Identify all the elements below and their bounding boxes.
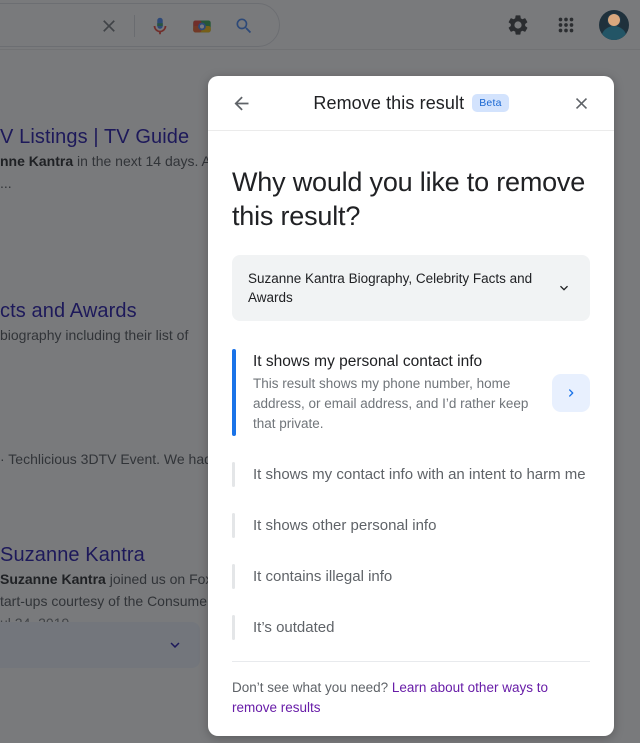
option-texts: It shows other personal info [253,515,590,536]
divider [232,661,590,662]
option-label: It contains illegal info [253,568,393,585]
footer-prefix: Don’t see what you need? [232,680,392,695]
chevron-right-icon [568,388,574,397]
option-accent-bar [232,349,236,436]
result-selector-dropdown[interactable]: Suzanne Kantra Biography, Celebrity Fact… [232,255,590,321]
reason-options-list: It shows my personal contact info This r… [232,349,590,640]
status-badge: Beta [472,94,509,112]
close-icon[interactable] [562,84,600,122]
dialog-footer: Don’t see what you need? Learn about oth… [208,661,614,736]
option-next-button[interactable] [552,373,590,412]
option-texts: It shows my personal contact info This r… [253,351,542,434]
dialog-title-group: Remove this result Beta [208,93,614,114]
reason-option-illegal-info[interactable]: It contains illegal info [232,564,590,589]
page-title: Remove this result [313,92,465,113]
dialog-header: Remove this result Beta [208,76,614,131]
dialog-body: Why would you like to remove this result… [208,131,614,661]
option-label: It shows my personal contact info [253,353,483,370]
reason-option-outdated[interactable]: It’s outdated [232,615,590,640]
option-accent-bar [232,462,235,487]
option-texts: It contains illegal info [253,566,590,587]
option-accent-bar [232,615,235,640]
reason-option-other-personal-info[interactable]: It shows other personal info [232,513,590,538]
chevron-down-icon [554,280,574,296]
option-label: It’s outdated [253,619,335,636]
option-accent-bar [232,513,235,538]
option-accent-bar [232,564,235,589]
option-texts: It shows my contact info with an intent … [253,464,590,485]
reason-option-personal-contact-info[interactable]: It shows my personal contact info This r… [232,349,590,436]
dialog-heading: Why would you like to remove this result… [232,167,586,231]
option-label: It shows my contact info with an intent … [253,466,586,483]
selected-result-text: Suzanne Kantra Biography, Celebrity Fact… [248,271,533,305]
reason-option-intent-to-harm[interactable]: It shows my contact info with an intent … [232,462,590,487]
remove-result-dialog: Remove this result Beta Why would you li… [208,76,614,736]
option-label: It shows other personal info [253,517,437,534]
footer-help-text: Don’t see what you need? Learn about oth… [232,678,590,718]
option-description: This result shows my phone number, home … [253,376,529,431]
screen: V Listings | TV Guide nne Kantra in the … [0,0,640,743]
option-texts: It’s outdated [253,617,590,638]
